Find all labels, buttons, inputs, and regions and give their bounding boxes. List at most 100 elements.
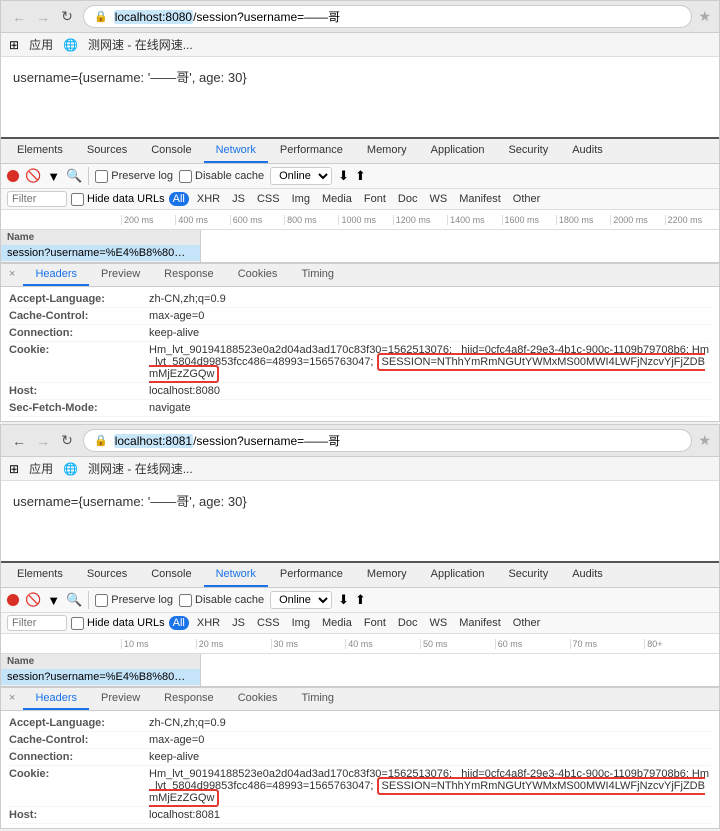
- preserve-log-checkbox-2[interactable]: [95, 594, 108, 607]
- type-doc-2[interactable]: Doc: [394, 616, 422, 630]
- page-content-1: username={username: '——哥', age: 30}: [1, 57, 719, 137]
- tab-security-2[interactable]: Security: [496, 563, 560, 587]
- star-button-1[interactable]: ★: [698, 8, 711, 25]
- header-name-cookie-1: Cookie:: [9, 344, 149, 380]
- type-media-1[interactable]: Media: [318, 192, 356, 206]
- tab-elements-1[interactable]: Elements: [5, 139, 75, 163]
- type-js-1[interactable]: JS: [228, 192, 249, 206]
- header-value-cookie-2: Hm_lvt_90194188523e0a2d04ad3ad170c83f30=…: [149, 768, 711, 804]
- tab-application-1[interactable]: Application: [419, 139, 497, 163]
- type-css-1[interactable]: CSS: [253, 192, 284, 206]
- refresh-button-1[interactable]: ↻: [57, 7, 77, 27]
- type-font-1[interactable]: Font: [360, 192, 390, 206]
- req-tab-timing-2[interactable]: Timing: [289, 688, 346, 710]
- disable-cache-checkbox-2[interactable]: [179, 594, 192, 607]
- filter-toggle-2[interactable]: ▼: [47, 593, 60, 608]
- hide-data-urls-checkbox-2[interactable]: [71, 617, 84, 630]
- type-other-1[interactable]: Other: [509, 192, 545, 206]
- req-tab-headers-2[interactable]: Headers: [23, 688, 89, 710]
- details-close-2[interactable]: ×: [1, 688, 23, 710]
- throttle-select-2[interactable]: Online: [270, 591, 332, 609]
- tab-network-2[interactable]: Network: [204, 563, 268, 587]
- clear-button-2[interactable]: 🚫: [25, 592, 41, 608]
- bookmark-speed-2[interactable]: 测网速 - 在线网速...: [88, 460, 193, 477]
- req-tab-response-1[interactable]: Response: [152, 264, 226, 286]
- details-close-1[interactable]: ×: [1, 264, 23, 286]
- network-row-1[interactable]: session?username=%E4%B8%80%E4%B8%80%E5%9…: [1, 245, 200, 262]
- tab-sources-1[interactable]: Sources: [75, 139, 139, 163]
- filter-input-2[interactable]: [7, 615, 67, 631]
- type-other-2[interactable]: Other: [509, 616, 545, 630]
- req-tab-headers-1[interactable]: Headers: [23, 264, 89, 286]
- ruler-10-2: 10 ms: [121, 639, 196, 649]
- bookmark-apps-1[interactable]: 应用: [29, 36, 53, 53]
- type-manifest-1[interactable]: Manifest: [455, 192, 505, 206]
- forward-button-1[interactable]: →: [33, 7, 53, 27]
- type-xhr-1[interactable]: XHR: [193, 192, 224, 206]
- search-button-2[interactable]: 🔍: [66, 592, 82, 608]
- bookmark-apps-2[interactable]: 应用: [29, 460, 53, 477]
- forward-button-2[interactable]: →: [33, 431, 53, 451]
- star-button-2[interactable]: ★: [698, 432, 711, 449]
- disable-cache-label-1: Disable cache: [179, 170, 264, 183]
- tab-sources-2[interactable]: Sources: [75, 563, 139, 587]
- type-all-1[interactable]: All: [169, 192, 189, 206]
- tab-audits-1[interactable]: Audits: [560, 139, 615, 163]
- hide-data-urls-checkbox-1[interactable]: [71, 193, 84, 206]
- header-name-cc-1: Cache-Control:: [9, 310, 149, 322]
- throttle-select-1[interactable]: Online: [270, 167, 332, 185]
- tab-network-1[interactable]: Network: [204, 139, 268, 163]
- tab-application-2[interactable]: Application: [419, 563, 497, 587]
- tab-console-2[interactable]: Console: [139, 563, 203, 587]
- refresh-button-2[interactable]: ↻: [57, 431, 77, 451]
- req-tab-preview-1[interactable]: Preview: [89, 264, 152, 286]
- tab-elements-2[interactable]: Elements: [5, 563, 75, 587]
- preserve-log-checkbox-1[interactable]: [95, 170, 108, 183]
- address-bar-2[interactable]: 🔒 localhost:8081/session?username=——哥: [83, 429, 692, 452]
- tab-security-1[interactable]: Security: [496, 139, 560, 163]
- clear-button-1[interactable]: 🚫: [25, 168, 41, 184]
- network-row-2[interactable]: session?username=%E4%B8%80%E4%B8%80%E5%9…: [1, 669, 200, 686]
- disable-cache-label-2: Disable cache: [179, 594, 264, 607]
- search-button-1[interactable]: 🔍: [66, 168, 82, 184]
- type-manifest-2[interactable]: Manifest: [455, 616, 505, 630]
- separator-2: [88, 591, 89, 609]
- type-ws-2[interactable]: WS: [425, 616, 451, 630]
- req-tab-preview-2[interactable]: Preview: [89, 688, 152, 710]
- back-button-1[interactable]: ←: [9, 7, 29, 27]
- ruler-1800-1: 1800 ms: [556, 215, 610, 225]
- disable-cache-checkbox-1[interactable]: [179, 170, 192, 183]
- type-all-2[interactable]: All: [169, 616, 189, 630]
- type-js-2[interactable]: JS: [228, 616, 249, 630]
- timeline-ruler-1: 200 ms 400 ms 600 ms 800 ms 1000 ms 1200…: [1, 210, 719, 230]
- record-button-1[interactable]: [7, 170, 19, 182]
- type-css-2[interactable]: CSS: [253, 616, 284, 630]
- bookmark-speed-1[interactable]: 测网速 - 在线网速...: [88, 36, 193, 53]
- tab-console-1[interactable]: Console: [139, 139, 203, 163]
- tab-performance-2[interactable]: Performance: [268, 563, 355, 587]
- devtools-tabs-2: Elements Sources Console Network Perform…: [1, 563, 719, 588]
- type-img-2[interactable]: Img: [288, 616, 314, 630]
- type-xhr-2[interactable]: XHR: [193, 616, 224, 630]
- header-value-al-2: zh-CN,zh;q=0.9: [149, 717, 711, 729]
- preserve-log-text-2: Preserve log: [111, 594, 173, 606]
- type-font-2[interactable]: Font: [360, 616, 390, 630]
- record-button-2[interactable]: [7, 594, 19, 606]
- req-tab-cookies-1[interactable]: Cookies: [226, 264, 290, 286]
- tab-memory-1[interactable]: Memory: [355, 139, 419, 163]
- filter-toggle-1[interactable]: ▼: [47, 169, 60, 184]
- filter-input-1[interactable]: [7, 191, 67, 207]
- tab-performance-1[interactable]: Performance: [268, 139, 355, 163]
- back-button-2[interactable]: ←: [9, 431, 29, 451]
- req-tab-cookies-2[interactable]: Cookies: [226, 688, 290, 710]
- ruler-20-2: 20 ms: [196, 639, 271, 649]
- type-doc-1[interactable]: Doc: [394, 192, 422, 206]
- req-tab-timing-1[interactable]: Timing: [289, 264, 346, 286]
- tab-memory-2[interactable]: Memory: [355, 563, 419, 587]
- type-img-1[interactable]: Img: [288, 192, 314, 206]
- address-bar-1[interactable]: 🔒 localhost:8080/session?username=——哥: [83, 5, 692, 28]
- tab-audits-2[interactable]: Audits: [560, 563, 615, 587]
- type-media-2[interactable]: Media: [318, 616, 356, 630]
- type-ws-1[interactable]: WS: [425, 192, 451, 206]
- req-tab-response-2[interactable]: Response: [152, 688, 226, 710]
